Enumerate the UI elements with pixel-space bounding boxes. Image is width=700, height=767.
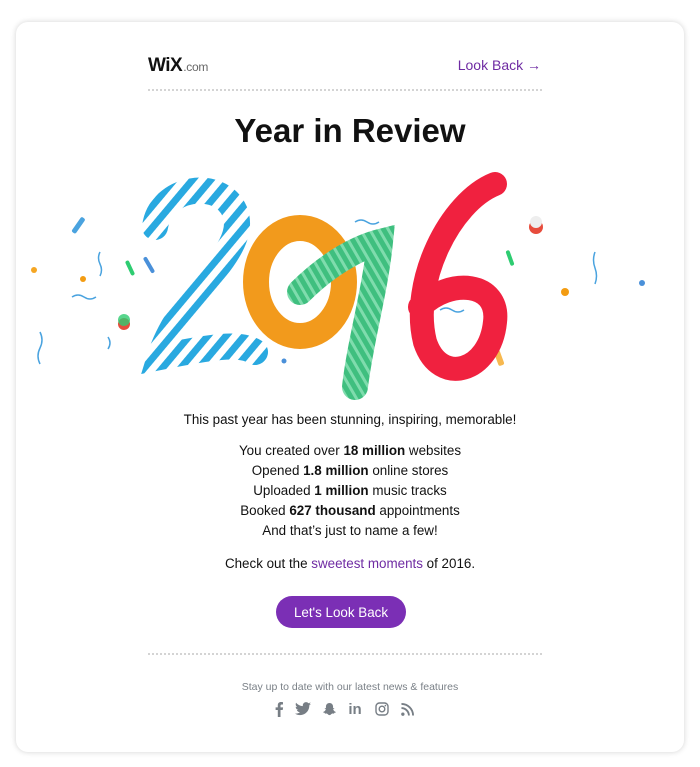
- social-links: in: [270, 700, 420, 720]
- sweetest-moments-link[interactable]: sweetest moments: [311, 556, 423, 571]
- linkedin-icon[interactable]: in: [346, 700, 364, 718]
- logo-suffix: .com: [183, 60, 209, 74]
- stat-music: Uploaded 1 million music tracks: [253, 483, 447, 498]
- facebook-icon[interactable]: [270, 700, 288, 718]
- snapchat-icon[interactable]: [320, 700, 338, 718]
- hero-2016-image: [31, 172, 645, 400]
- stat-websites: You created over 18 million websites: [238, 443, 462, 458]
- instagram-icon[interactable]: [373, 700, 391, 718]
- rss-icon[interactable]: [398, 700, 416, 718]
- footer-text: Stay up to date with our latest news & f…: [241, 681, 459, 693]
- look-back-link[interactable]: Look Back →: [458, 57, 541, 73]
- wix-logo[interactable]: WiX .com: [148, 55, 208, 77]
- stats-list: You created over 18 million websites Ope…: [0, 441, 700, 541]
- stat-appointments: Booked 627 thousand appointments: [240, 503, 460, 518]
- digit-2: [141, 177, 268, 375]
- check-out-text: Check out the sweetest moments of 2016.: [224, 556, 476, 571]
- divider-top: [148, 89, 542, 91]
- stat-stores: Opened 1.8 million online stores: [251, 463, 449, 478]
- logo-wordmark: WiX: [148, 55, 183, 76]
- intro-text: This past year has been stunning, inspir…: [183, 412, 517, 427]
- closing-line: And that’s just to name a few!: [262, 523, 438, 538]
- page-title: Year in Review: [234, 112, 466, 149]
- divider-bottom: [148, 653, 542, 655]
- twitter-icon[interactable]: [294, 700, 312, 718]
- digit-6: [408, 172, 508, 381]
- lets-look-back-button[interactable]: Let's Look Back: [276, 596, 406, 628]
